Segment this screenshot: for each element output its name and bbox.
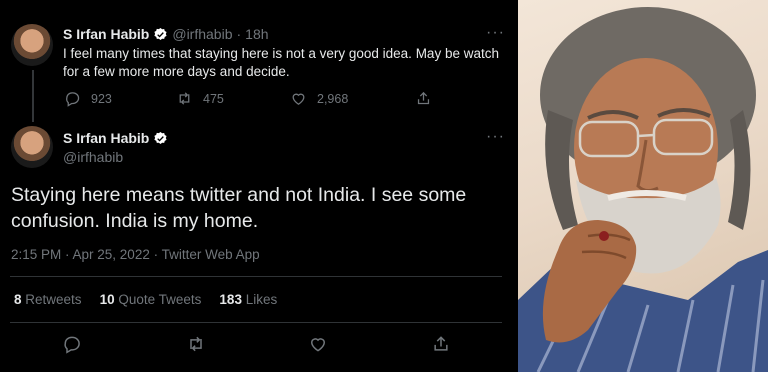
- portrait-photo: [518, 0, 768, 372]
- retweets-label: Retweets: [25, 292, 82, 307]
- like-icon: [292, 93, 305, 105]
- retweet-button[interactable]: 475: [176, 90, 224, 107]
- tweet1-header: S Irfan Habib @irfhabib · 18h: [63, 26, 269, 42]
- share-icon[interactable]: [431, 334, 451, 354]
- share-icon: [417, 91, 430, 105]
- tweet-time[interactable]: 18h: [245, 26, 268, 42]
- like-button[interactable]: 2,968: [290, 90, 348, 107]
- quotes-label: Quote Tweets: [118, 292, 202, 307]
- retweets-number: 8: [14, 292, 22, 307]
- retweets-stat[interactable]: 8 Retweets: [14, 292, 82, 307]
- more-icon[interactable]: ···: [486, 24, 505, 42]
- likes-label: Likes: [245, 292, 278, 307]
- share-button[interactable]: [415, 90, 432, 107]
- divider: [10, 322, 502, 323]
- quotes-number: 10: [99, 292, 115, 307]
- more-icon[interactable]: ···: [486, 128, 505, 146]
- avatar[interactable]: [11, 24, 53, 66]
- like-count: 2,968: [317, 91, 349, 106]
- tweet1-text: I feel many times that staying here is n…: [63, 46, 499, 79]
- retweet-icon[interactable]: [186, 334, 206, 354]
- tweet-panel: S Irfan Habib @irfhabib · 18h ··· I feel…: [0, 0, 518, 372]
- author-name[interactable]: S Irfan Habib: [63, 26, 149, 42]
- divider: [10, 276, 502, 277]
- tweet2-name-row: S Irfan Habib: [63, 130, 168, 146]
- reply-count: 923: [91, 91, 112, 106]
- verified-badge-icon: [154, 131, 167, 144]
- reply-icon[interactable]: [62, 334, 82, 354]
- author-handle[interactable]: @irfhabib: [63, 149, 123, 165]
- tweet-timestamp[interactable]: 2:15 PM · Apr 25, 2022 · Twitter Web App: [11, 247, 260, 262]
- portrait-illustration: [518, 7, 768, 372]
- author-name[interactable]: S Irfan Habib: [63, 130, 149, 146]
- author-handle[interactable]: @irfhabib: [172, 26, 232, 42]
- reply-button[interactable]: 923: [64, 90, 112, 107]
- engagement-stats: 8 Retweets 10 Quote Tweets 183 Likes: [14, 292, 277, 307]
- tweet2-text: Staying here means twitter and not India…: [11, 184, 467, 232]
- retweet-count: 475: [203, 91, 224, 106]
- reply-icon: [66, 92, 80, 107]
- likes-number: 183: [219, 292, 242, 307]
- retweet-icon: [179, 92, 190, 105]
- thread-line: [32, 70, 34, 122]
- like-icon[interactable]: [308, 334, 328, 354]
- avatar[interactable]: [11, 126, 53, 168]
- likes-stat[interactable]: 183 Likes: [219, 292, 277, 307]
- separator-dot: ·: [236, 26, 242, 42]
- verified-badge-icon: [154, 27, 167, 40]
- quotes-stat[interactable]: 10 Quote Tweets: [100, 292, 202, 307]
